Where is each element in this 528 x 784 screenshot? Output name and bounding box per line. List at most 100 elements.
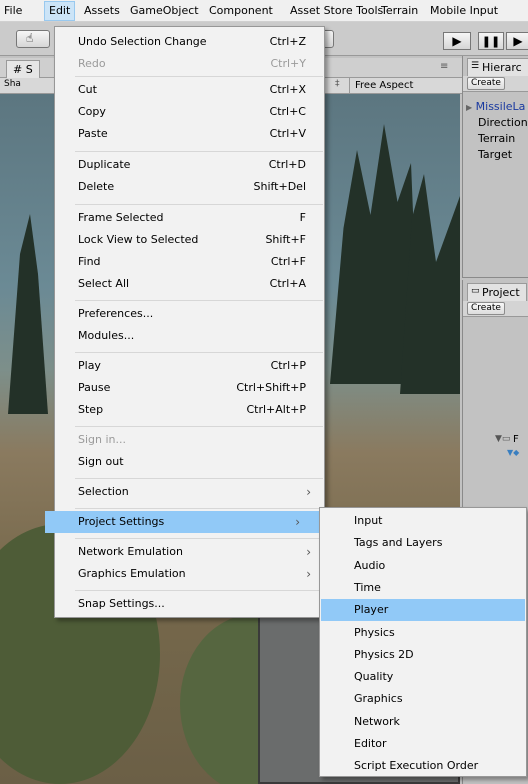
- menu-assets[interactable]: Assets: [84, 4, 120, 17]
- menu-item-label: Select All: [78, 277, 130, 290]
- menu-item-shortcut: Ctrl+P: [270, 359, 306, 372]
- list-icon: ☰: [471, 61, 480, 71]
- aspect-dropdown-icon[interactable]: ‡: [335, 79, 340, 89]
- menu-separator: [75, 151, 323, 152]
- menu-item-undo-selection-change[interactable]: Undo Selection Change Ctrl+Z: [56, 31, 324, 53]
- menu-item-frame-selected[interactable]: Frame Selected F: [56, 207, 324, 229]
- menu-item-label: Sign out: [78, 455, 124, 468]
- menu-component[interactable]: Component: [209, 4, 273, 17]
- menu-edit[interactable]: Edit: [44, 1, 76, 21]
- submenu-item-input[interactable]: Input: [321, 510, 525, 532]
- submenu-item-label: Audio: [354, 558, 386, 572]
- submenu-item-label: Physics: [354, 625, 395, 639]
- hierarchy-item[interactable]: Target: [478, 148, 512, 161]
- menu-file[interactable]: File: [4, 4, 22, 17]
- pause-icon: ❚❚: [481, 34, 501, 48]
- menu-item-shortcut: Ctrl+Alt+P: [246, 403, 306, 416]
- menu-item-preferences[interactable]: Preferences...: [56, 303, 324, 325]
- submenu-item-label: Physics 2D: [354, 647, 414, 661]
- shaded-dropdown[interactable]: Sha: [4, 79, 21, 89]
- submenu-item-player[interactable]: Player: [321, 599, 525, 622]
- hierarchy-item[interactable]: ▶ MissileLa: [466, 100, 525, 113]
- submenu-arrow-icon: ›: [306, 545, 311, 559]
- menu-item-shortcut: Shift+F: [265, 233, 306, 246]
- play-icon: ▶: [452, 34, 462, 48]
- menu-item-step[interactable]: Step Ctrl+Alt+P: [56, 399, 324, 421]
- project-create-button[interactable]: Create: [467, 302, 505, 315]
- step-button[interactable]: ▶: [506, 32, 528, 50]
- expand-arrow-icon: ▶: [466, 103, 473, 112]
- menu-separator: [75, 204, 323, 205]
- submenu-arrow-icon: ›: [295, 515, 300, 529]
- submenu-item-time[interactable]: Time: [321, 577, 525, 599]
- menu-item-project-settings[interactable]: Project Settings ›: [45, 511, 324, 533]
- menu-item-copy[interactable]: Copy Ctrl+C: [56, 101, 324, 123]
- menu-item-pause[interactable]: Pause Ctrl+Shift+P: [56, 377, 324, 399]
- menu-item-label: Graphics Emulation: [78, 567, 186, 580]
- mountain: [8, 214, 48, 414]
- submenu-item-physics-2d[interactable]: Physics 2D: [321, 644, 525, 666]
- menu-item-lock-view-to-selected[interactable]: Lock View to Selected Shift+F: [56, 229, 324, 251]
- menu-separator: [75, 426, 323, 427]
- scene-tab[interactable]: # S: [6, 60, 40, 78]
- submenu-item-network[interactable]: Network: [321, 711, 525, 733]
- folder-tree-icon[interactable]: ▼▭: [495, 434, 510, 444]
- pause-button[interactable]: ❚❚: [478, 32, 504, 50]
- submenu-item-label: Input: [354, 514, 383, 527]
- menu-separator: [75, 508, 323, 509]
- menu-bar: File Edit Assets GameObject Component As…: [0, 0, 528, 22]
- menu-item-sign-in[interactable]: Sign in...: [56, 429, 324, 451]
- menu-item-redo[interactable]: Redo Ctrl+Y: [56, 53, 324, 75]
- submenu-item-label: Network: [354, 714, 400, 728]
- submenu-item-graphics[interactable]: Graphics: [321, 688, 525, 710]
- menu-separator: [75, 538, 323, 539]
- menu-item-delete[interactable]: Delete Shift+Del: [56, 176, 324, 198]
- menu-gameobject[interactable]: GameObject: [130, 4, 199, 17]
- menu-mobile-input[interactable]: Mobile Input: [430, 4, 498, 17]
- submenu-item-label: Time: [354, 580, 381, 594]
- menu-item-paste[interactable]: Paste Ctrl+V: [56, 123, 324, 145]
- menu-item-play[interactable]: Play Ctrl+P: [56, 355, 324, 377]
- submenu-item-physics[interactable]: Physics: [321, 622, 525, 644]
- aspect-dropdown[interactable]: Free Aspect: [349, 78, 419, 93]
- submenu-item-quality[interactable]: Quality: [321, 666, 525, 688]
- menu-item-select-all[interactable]: Select All Ctrl+A: [56, 273, 324, 295]
- project-settings-submenu: Input Tags and Layers Audio Time Player Physi…: [319, 507, 527, 777]
- hand-tool-button[interactable]: ☝: [16, 30, 50, 48]
- menu-asset-store-tools[interactable]: Asset Store Tools: [290, 4, 383, 17]
- play-button[interactable]: ▶: [443, 32, 471, 50]
- menu-terrain[interactable]: Terrain: [381, 4, 418, 17]
- submenu-item-audio[interactable]: Audio: [321, 555, 525, 577]
- menu-item-network-emulation[interactable]: Network Emulation ›: [56, 541, 324, 563]
- menu-item-snap-settings[interactable]: Snap Settings...: [56, 593, 324, 615]
- menu-item-label: Paste: [78, 127, 108, 140]
- menu-item-duplicate[interactable]: Duplicate Ctrl+D: [56, 154, 324, 176]
- folder-label[interactable]: F: [513, 434, 519, 445]
- menu-item-modules[interactable]: Modules...: [56, 325, 324, 347]
- submenu-item-script-execution-order[interactable]: Script Execution Order: [321, 755, 525, 777]
- submenu-item-label: Tags and Layers: [354, 536, 443, 550]
- asset-icon[interactable]: ▼◆: [507, 448, 519, 457]
- menu-item-selection[interactable]: Selection ›: [56, 481, 324, 503]
- menu-item-label: Pause: [78, 381, 111, 394]
- menu-item-find[interactable]: Find Ctrl+F: [56, 251, 324, 273]
- menu-item-shortcut: Ctrl+Shift+P: [236, 381, 306, 394]
- menu-item-label: Selection: [78, 485, 129, 498]
- panel-menu-icon[interactable]: ≡: [440, 61, 448, 72]
- hierarchy-item[interactable]: Terrain: [478, 132, 515, 145]
- menu-item-sign-out[interactable]: Sign out: [56, 451, 324, 473]
- hierarchy-item[interactable]: Direction: [478, 116, 528, 129]
- menu-item-shortcut: F: [299, 211, 306, 224]
- hierarchy-tab[interactable]: ☰ Hierarc: [467, 58, 528, 76]
- submenu-item-tags-and-layers[interactable]: Tags and Layers: [321, 532, 525, 554]
- step-icon: ▶: [513, 34, 523, 48]
- submenu-arrow-icon: ›: [306, 485, 311, 499]
- submenu-item-label: Player: [354, 603, 389, 617]
- menu-item-label: Copy: [78, 105, 106, 118]
- menu-item-graphics-emulation[interactable]: Graphics Emulation ›: [56, 563, 324, 585]
- menu-item-label: Redo: [78, 57, 106, 70]
- hierarchy-create-button[interactable]: Create: [467, 77, 505, 90]
- menu-item-cut[interactable]: Cut Ctrl+X: [56, 79, 324, 101]
- project-tab[interactable]: ▭ Project: [467, 283, 527, 301]
- submenu-item-editor[interactable]: Editor: [321, 733, 525, 755]
